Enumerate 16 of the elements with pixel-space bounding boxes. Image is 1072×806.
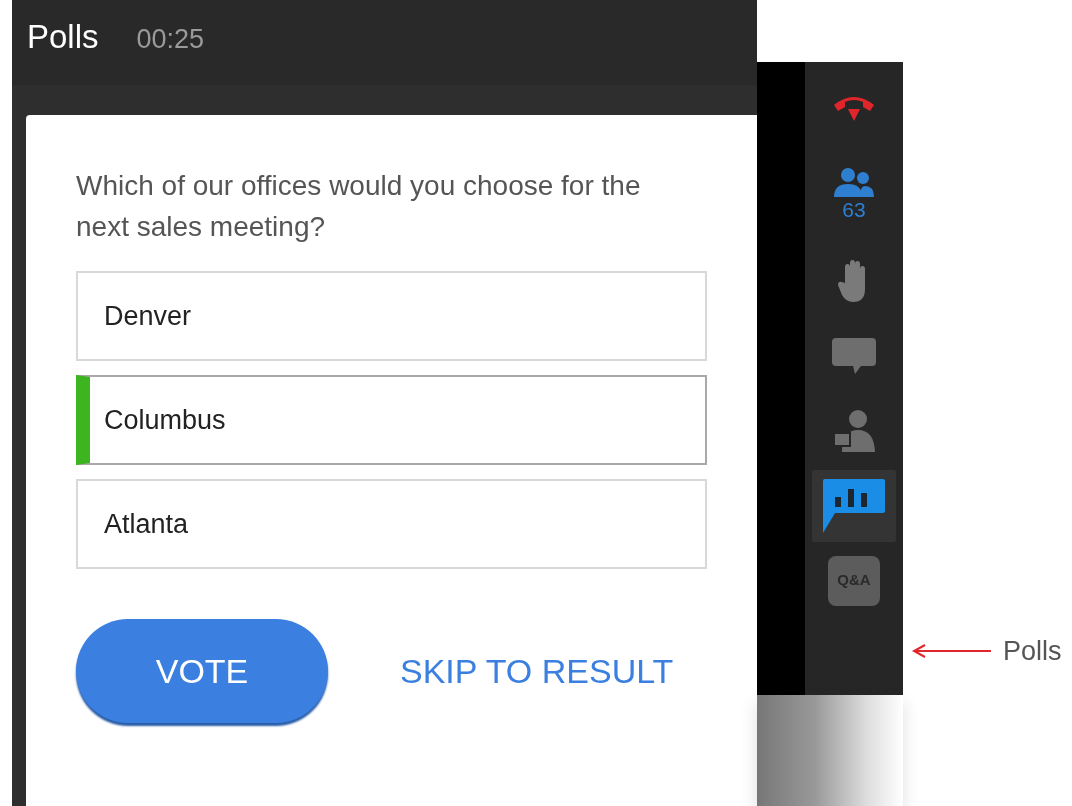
- annotation-label: Polls: [1003, 634, 1062, 668]
- sidebar-button[interactable]: [812, 469, 896, 542]
- poll-option[interactable]: Atlanta: [76, 479, 707, 569]
- sidebar-button[interactable]: 63: [812, 157, 896, 229]
- skip-to-result-link[interactable]: SKIP TO RESULT: [400, 645, 674, 697]
- chat-icon[interactable]: [831, 335, 877, 376]
- poll-option[interactable]: Columbus: [76, 375, 707, 465]
- poll-question: Which of our offices would you choose for the next sales meeting?: [76, 169, 642, 244]
- panel-title: Polls: [27, 17, 99, 57]
- people-icon[interactable]: [832, 166, 876, 199]
- poll-icon[interactable]: [821, 476, 887, 535]
- participant-count: 63: [842, 198, 866, 220]
- poll-option[interactable]: Denver: [76, 271, 707, 361]
- timer: 00:25: [136, 23, 205, 56]
- vote-button[interactable]: VOTE: [76, 619, 328, 723]
- presenter-icon[interactable]: [832, 408, 876, 453]
